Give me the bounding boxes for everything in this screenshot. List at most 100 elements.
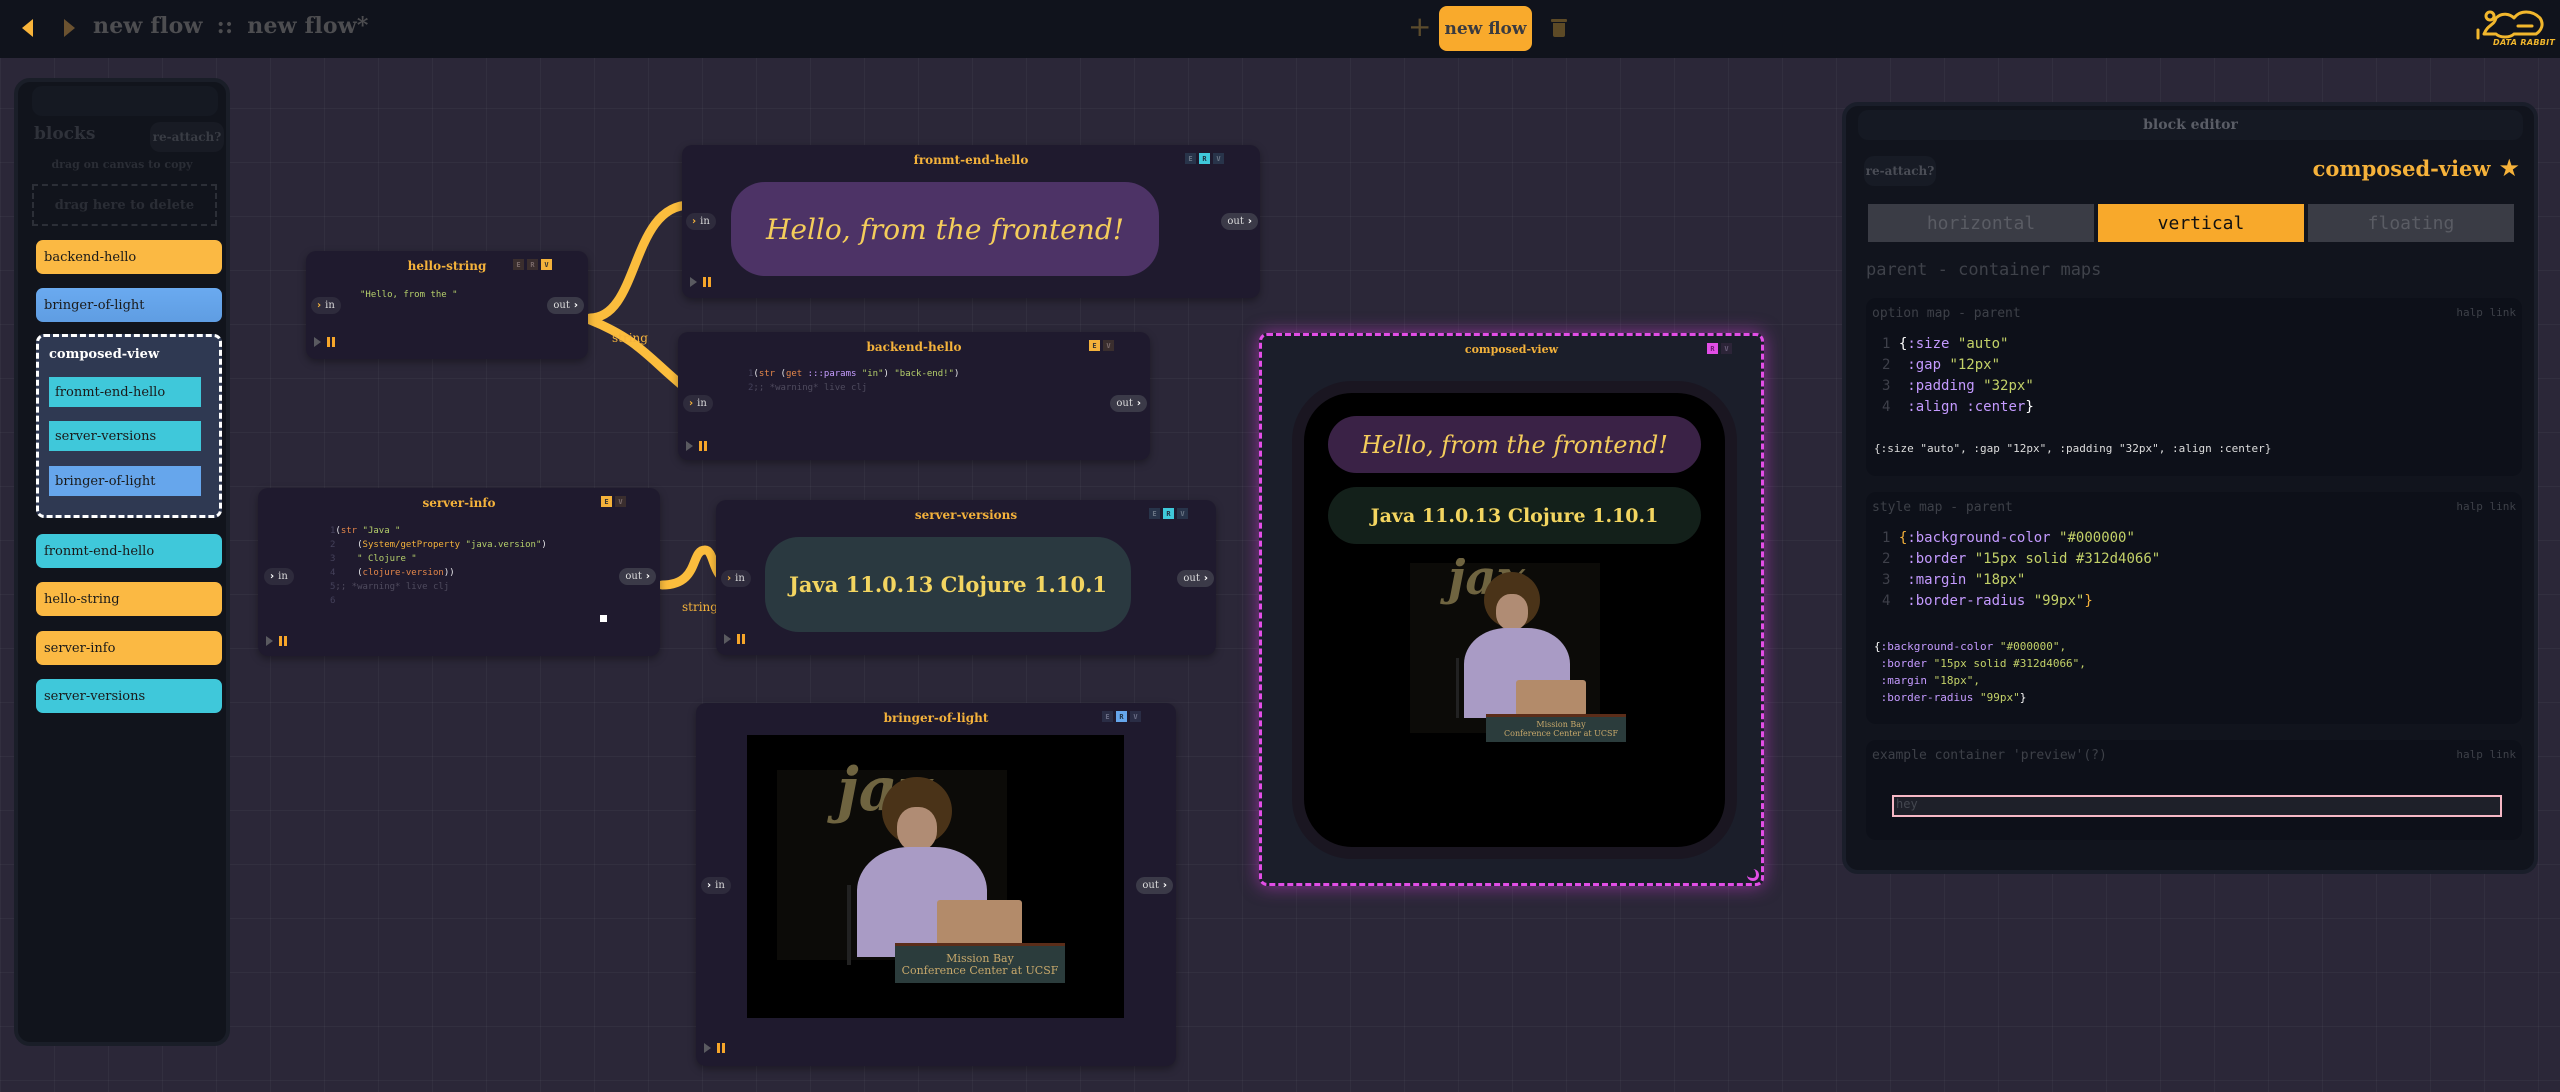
flag-e[interactable]: E bbox=[1185, 153, 1196, 164]
block-composed-view[interactable]: composed-view R V Hello, from the fronte… bbox=[1259, 333, 1764, 886]
star-icon[interactable]: ★ bbox=[2498, 154, 2520, 182]
sidebar-subitem-server-versions[interactable]: server-versions bbox=[49, 421, 201, 451]
flag-r[interactable]: R bbox=[1707, 343, 1718, 354]
pause-icon[interactable] bbox=[279, 636, 287, 646]
chevron-right-icon: › bbox=[573, 300, 578, 311]
flag-e[interactable]: E bbox=[1089, 340, 1100, 351]
chevron-right-icon: › bbox=[692, 216, 697, 227]
sidebar-item-bringer-of-light[interactable]: bringer-of-light bbox=[36, 288, 222, 322]
sidebar-hint: drag on canvas to copy bbox=[51, 158, 193, 171]
output-port[interactable]: out › bbox=[1221, 213, 1258, 230]
forward-arrow-icon[interactable] bbox=[64, 19, 75, 37]
panel-title: option map - parent bbox=[1872, 306, 2021, 321]
style-map-editor[interactable]: 1 {:background-color "#000000" 2 :border… bbox=[1882, 528, 2160, 612]
chevron-right-icon: › bbox=[1247, 216, 1252, 227]
flag-e[interactable]: E bbox=[1102, 711, 1113, 722]
halp-link[interactable]: halp link bbox=[2456, 500, 2516, 513]
sidebar-subitem-bringer-of-light[interactable]: bringer-of-light bbox=[49, 466, 201, 496]
pause-icon[interactable] bbox=[699, 441, 707, 451]
flag-v[interactable]: V bbox=[1103, 340, 1114, 351]
laptop bbox=[937, 900, 1022, 946]
section-title: parent - container maps bbox=[1866, 260, 2102, 280]
sidebar-item-fronmt-end-hello[interactable]: fronmt-end-hello bbox=[36, 534, 222, 568]
play-icon[interactable] bbox=[266, 636, 273, 646]
back-arrow-icon[interactable] bbox=[22, 19, 33, 37]
output-port[interactable]: out › bbox=[1177, 570, 1214, 587]
block-bringer-of-light[interactable]: bringer-of-light E R V jax Mission Bay C… bbox=[696, 703, 1176, 1066]
pause-icon[interactable] bbox=[717, 1043, 725, 1053]
output-port[interactable]: out › bbox=[1110, 395, 1147, 412]
flag-v[interactable]: V bbox=[1721, 343, 1732, 354]
input-port[interactable]: › in bbox=[311, 297, 341, 314]
pause-icon[interactable] bbox=[737, 634, 745, 644]
tab-horizontal[interactable]: horizontal bbox=[1868, 204, 2094, 242]
output-port[interactable]: out › bbox=[619, 568, 656, 585]
add-icon[interactable]: + bbox=[1408, 12, 1431, 42]
flag-v[interactable]: V bbox=[615, 496, 626, 507]
play-icon[interactable] bbox=[314, 337, 321, 347]
block-controls bbox=[690, 277, 711, 287]
input-port[interactable]: › in bbox=[264, 568, 294, 585]
flag-r[interactable]: R bbox=[1116, 711, 1127, 722]
block-hello-string[interactable]: hello-string E R V "Hello, from the " › i… bbox=[306, 251, 588, 359]
flag-v[interactable]: V bbox=[1177, 508, 1188, 519]
tab-vertical[interactable]: vertical bbox=[2098, 204, 2304, 242]
new-flow-button[interactable]: new flow bbox=[1439, 6, 1532, 51]
input-port[interactable]: › in bbox=[683, 395, 713, 412]
sidebar-item-hello-string[interactable]: hello-string bbox=[36, 582, 222, 616]
flag-v[interactable]: V bbox=[1213, 153, 1224, 164]
play-icon[interactable] bbox=[686, 441, 693, 451]
block-server-info[interactable]: server-info E V 1(str "Java " 2 (System/… bbox=[258, 488, 660, 656]
play-icon[interactable] bbox=[690, 277, 697, 287]
block-backend-hello[interactable]: backend-hello E V 1(str (get :::params "… bbox=[678, 332, 1150, 460]
editor-block-name: composed-view ★ bbox=[2312, 154, 2520, 182]
block-title: backend-hello bbox=[866, 340, 962, 354]
output-port[interactable]: out › bbox=[547, 297, 584, 314]
halp-link[interactable]: halp link bbox=[2456, 306, 2516, 319]
block-flags: E R V bbox=[1185, 153, 1224, 164]
sidebar-group-composed-view[interactable]: composed-view fronmt-end-hello server-ve… bbox=[36, 334, 222, 518]
flag-e[interactable]: E bbox=[513, 259, 524, 270]
option-map-editor[interactable]: 1 {:size "auto" 2 :gap "12px" 3 :padding… bbox=[1882, 334, 2034, 418]
flag-v[interactable]: V bbox=[541, 259, 552, 270]
input-port[interactable]: › in bbox=[686, 213, 716, 230]
output-port[interactable]: out › bbox=[1136, 877, 1173, 894]
editor-header[interactable]: block editor bbox=[1858, 110, 2523, 140]
flag-v[interactable]: V bbox=[1130, 711, 1141, 722]
sidebar-item-backend-hello[interactable]: backend-hello bbox=[36, 240, 222, 274]
input-port[interactable]: › in bbox=[721, 570, 751, 587]
sidebar-subitem-fronmt-end-hello[interactable]: fronmt-end-hello bbox=[49, 377, 201, 407]
block-editor-panel: block editor re-attach? composed-view ★ … bbox=[1842, 102, 2538, 874]
delete-drop-zone[interactable]: drag here to delete bbox=[32, 184, 217, 226]
pause-icon[interactable] bbox=[703, 277, 711, 287]
resize-handle-icon[interactable] bbox=[1747, 869, 1759, 881]
trash-icon[interactable] bbox=[1551, 19, 1567, 37]
block-server-versions[interactable]: server-versions E R V Java 11.0.13 Cloju… bbox=[716, 500, 1216, 655]
code-editor[interactable]: "Hello, from the " bbox=[360, 288, 458, 302]
code-editor[interactable]: 1(str (get :::params "in") "back-end!") … bbox=[748, 367, 959, 395]
pause-icon[interactable] bbox=[327, 337, 335, 347]
preview-panel: example container 'preview'(?) halp link… bbox=[1866, 740, 2522, 840]
chevron-right-icon: › bbox=[1162, 880, 1167, 891]
sidebar-reattach-button[interactable]: re-attach? bbox=[150, 122, 224, 152]
play-icon[interactable] bbox=[724, 634, 731, 644]
composed-container: Hello, from the frontend! Java 11.0.13 C… bbox=[1292, 381, 1737, 859]
sidebar-item-server-versions[interactable]: server-versions bbox=[36, 679, 222, 713]
flag-r[interactable]: R bbox=[1163, 508, 1174, 519]
flag-e[interactable]: E bbox=[601, 496, 612, 507]
tab-floating[interactable]: floating bbox=[2308, 204, 2514, 242]
sidebar-drag-handle[interactable] bbox=[32, 86, 218, 116]
play-icon[interactable] bbox=[704, 1043, 711, 1053]
flag-r[interactable]: R bbox=[1199, 153, 1210, 164]
block-fronmt-end-hello[interactable]: fronmt-end-hello E R V Hello, from the f… bbox=[682, 145, 1260, 298]
sidebar-item-server-info[interactable]: server-info bbox=[36, 631, 222, 665]
flag-e[interactable]: E bbox=[1149, 508, 1160, 519]
chevron-right-icon: › bbox=[689, 398, 694, 409]
input-port[interactable]: › in bbox=[701, 877, 731, 894]
halp-link[interactable]: halp link bbox=[2456, 748, 2516, 761]
top-bar: new flow:: new flow* + new flow DATA RABB… bbox=[0, 0, 2560, 58]
flag-r[interactable]: R bbox=[527, 259, 538, 270]
code-editor[interactable]: 1(str "Java " 2 (System/getProperty "jav… bbox=[330, 524, 547, 608]
preview-input[interactable]: hey bbox=[1892, 795, 2502, 817]
editor-reattach-button[interactable]: re-attach? bbox=[1864, 156, 1936, 186]
